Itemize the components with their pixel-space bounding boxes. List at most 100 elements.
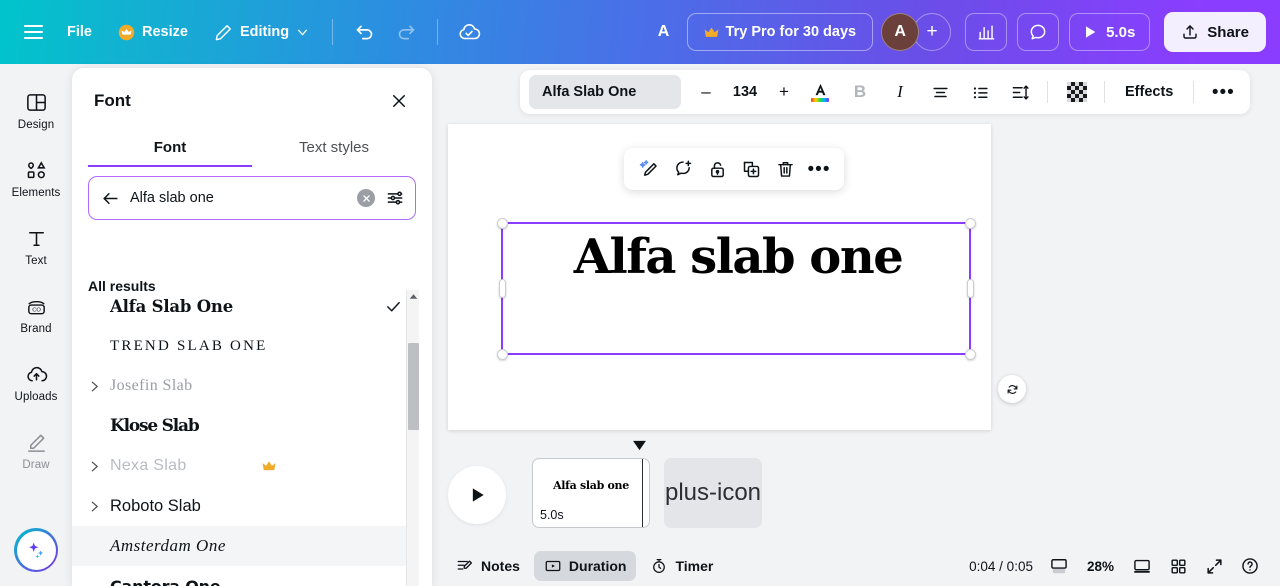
sidebar-label-elements: Elements	[11, 187, 61, 199]
font-row-klose-slab[interactable]: Klose Slab	[72, 406, 416, 446]
tab-font[interactable]: Font	[88, 132, 252, 167]
avatar[interactable]: A	[881, 13, 920, 51]
fullscreen-button[interactable]	[1198, 551, 1230, 581]
undo-button[interactable]	[345, 13, 383, 51]
magic-edit-button[interactable]	[633, 153, 665, 185]
sidebar-item-elements[interactable]: Elements	[3, 146, 69, 212]
text-element-selection[interactable]: Alfa slab one	[496, 217, 976, 360]
back-arrow-icon[interactable]	[101, 189, 120, 208]
resize-handle-right[interactable]	[966, 279, 974, 298]
timer-button[interactable]: Timer	[640, 551, 723, 581]
font-row-nexa-slab[interactable]: Nexa Slab	[72, 446, 416, 486]
clear-search-button[interactable]	[357, 189, 375, 207]
lock-button[interactable]	[701, 153, 733, 185]
insights-bar-chart-icon	[977, 23, 996, 42]
font-search-wrapper	[72, 167, 432, 220]
try-pro-button[interactable]: Try Pro for 30 days	[686, 13, 874, 51]
scroll-up-button[interactable]	[407, 290, 420, 303]
font-shortcut-button[interactable]: A	[645, 13, 683, 51]
add-page-button[interactable]: plus-icon	[664, 458, 762, 528]
sidebar-label-brand: Brand	[20, 323, 52, 335]
element-more-button[interactable]: •••	[803, 153, 835, 185]
collaborators: A +	[881, 13, 952, 51]
add-comment-button[interactable]	[667, 153, 699, 185]
canvas-area[interactable]: Alfa slab one •••	[432, 112, 1280, 442]
font-row-trend-slab-one[interactable]: TREND SLAB ONE	[72, 326, 416, 366]
scrollbar-thumb[interactable]	[408, 343, 419, 430]
insights-button[interactable]	[965, 13, 1008, 51]
close-panel-button[interactable]	[384, 86, 414, 116]
fit-page-button[interactable]	[1126, 551, 1158, 581]
list-button[interactable]	[962, 74, 998, 110]
text-color-button[interactable]	[802, 74, 838, 110]
resize-handle-top-right[interactable]	[964, 217, 976, 229]
search-input[interactable]	[130, 190, 347, 206]
chevron-right-icon[interactable]	[88, 500, 102, 513]
font-list[interactable]: Alfa Slab One TREND SLAB ONE Josefin Sla…	[72, 286, 432, 586]
effects-label: Effects	[1125, 84, 1174, 100]
page-thumbnail[interactable]: Alfa slab one 5.0s	[532, 458, 650, 528]
filter-sliders-icon[interactable]	[385, 188, 405, 208]
share-button[interactable]: Share	[1164, 12, 1266, 52]
rotate-handle[interactable]	[998, 375, 1026, 403]
page-caret-icon[interactable]	[632, 440, 647, 451]
element-floating-toolbar: •••	[624, 148, 844, 190]
font-row-cantora-one[interactable]: Cantora One	[72, 566, 416, 586]
more-options-button[interactable]: •••	[1205, 74, 1241, 110]
align-button[interactable]	[922, 74, 958, 110]
sidebar-item-uploads[interactable]: Uploads	[3, 350, 69, 416]
share-upload-icon	[1181, 23, 1199, 41]
resize-button[interactable]: Resize	[107, 14, 199, 50]
presenter-view-button[interactable]	[1043, 551, 1075, 581]
font-row-roboto-slab[interactable]: Roboto Slab	[72, 486, 416, 526]
font-search-box[interactable]	[88, 176, 416, 220]
delete-button[interactable]	[769, 153, 801, 185]
resize-handle-bottom-left[interactable]	[496, 348, 508, 360]
brand-camera-icon: CO	[25, 295, 48, 318]
thumbnail-duration: 5.0s	[540, 508, 564, 522]
editing-mode-button[interactable]: Editing	[203, 14, 320, 50]
present-play-button[interactable]: 5.0s	[1069, 13, 1151, 51]
transparency-button[interactable]	[1059, 74, 1095, 110]
sidebar-item-design[interactable]: Design	[3, 78, 69, 144]
sidebar-item-brand[interactable]: CO Brand	[3, 282, 69, 348]
font-list-scrollbar[interactable]	[406, 290, 419, 586]
sidebar-item-draw[interactable]: Draw	[3, 418, 69, 484]
effects-button[interactable]: Effects	[1114, 75, 1184, 109]
font-row-amsterdam-one[interactable]: Amsterdam One	[72, 526, 416, 566]
font-row-josefin-slab[interactable]: Josefin Slab	[72, 366, 416, 406]
magic-studio-button[interactable]	[14, 528, 58, 572]
italic-button[interactable]: I	[882, 74, 918, 110]
font-size-decrease-button[interactable]: –	[692, 77, 720, 107]
chevron-right-icon[interactable]	[88, 460, 102, 473]
saved-status-button[interactable]	[450, 13, 488, 51]
resize-handle-left[interactable]	[498, 279, 506, 298]
zoom-level[interactable]: 28%	[1079, 559, 1122, 574]
tab-text-styles[interactable]: Text styles	[252, 132, 416, 167]
canvas-text-element[interactable]: Alfa slab one	[503, 232, 973, 283]
line-spacing-button[interactable]	[1002, 74, 1038, 110]
design-layout-icon	[25, 91, 48, 114]
notes-button[interactable]: Notes	[446, 551, 530, 581]
resize-handle-top-left[interactable]	[496, 217, 508, 229]
duplicate-button[interactable]	[735, 153, 767, 185]
bold-button[interactable]: B	[842, 74, 878, 110]
file-menu-button[interactable]: File	[56, 14, 103, 50]
sidebar-item-text[interactable]: Text	[3, 214, 69, 280]
comments-button[interactable]	[1017, 13, 1060, 51]
toolbar-divider-2	[437, 19, 439, 45]
redo-button[interactable]	[387, 13, 425, 51]
chevron-right-icon[interactable]	[88, 380, 102, 393]
thumbnail-trim-handle[interactable]	[641, 459, 643, 527]
font-size-increase-button[interactable]: +	[770, 77, 798, 107]
main-menu-button[interactable]	[14, 13, 52, 51]
bold-label: B	[853, 82, 867, 101]
resize-handle-bottom-right[interactable]	[964, 348, 976, 360]
font-size-input[interactable]: 134	[722, 84, 768, 100]
font-family-select[interactable]: Alfa Slab One	[529, 75, 681, 109]
duration-button[interactable]: Duration	[533, 551, 637, 581]
timeline-play-button[interactable]	[448, 466, 506, 524]
close-x-icon	[390, 92, 408, 110]
grid-view-button[interactable]	[1162, 551, 1194, 581]
help-button[interactable]	[1234, 551, 1266, 581]
